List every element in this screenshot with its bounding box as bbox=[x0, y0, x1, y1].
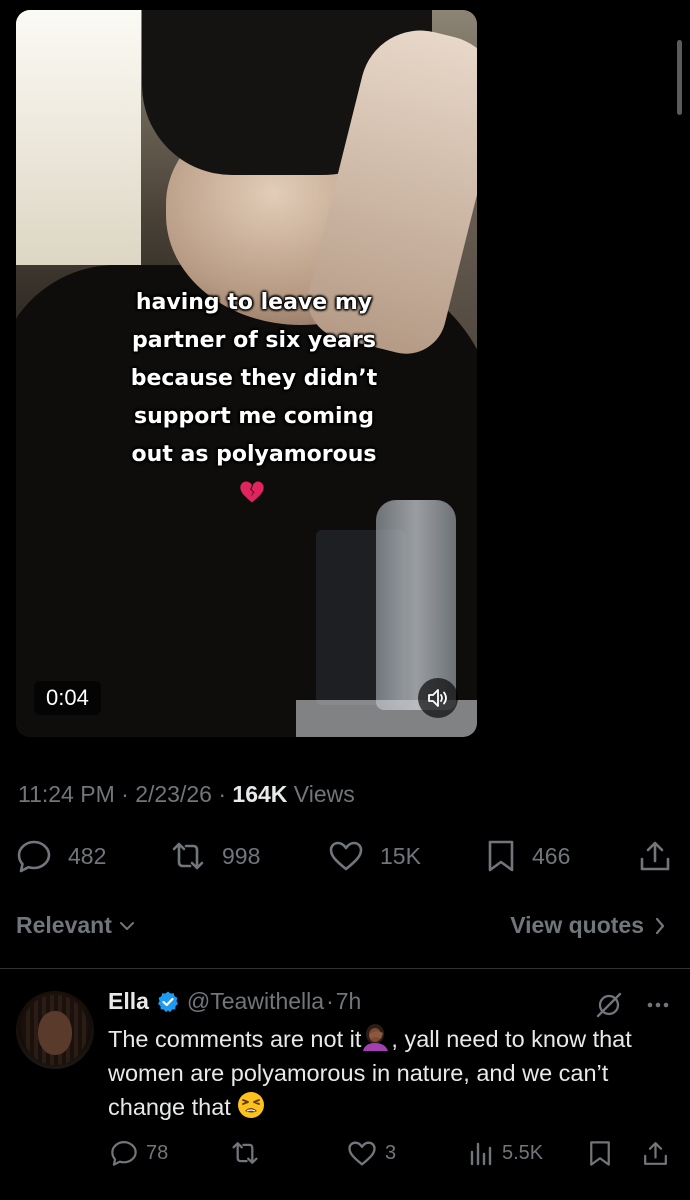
repost-count: 998 bbox=[222, 842, 261, 869]
reply-reply-count: 78 bbox=[146, 1141, 169, 1164]
bookmark-icon bbox=[488, 840, 514, 872]
tired-face-emoji-icon bbox=[238, 1092, 265, 1118]
reply-button[interactable]: 482 bbox=[16, 836, 106, 876]
reply-reply-button[interactable]: 78 bbox=[110, 1136, 168, 1170]
post-action-bar: 482 998 15K 466 bbox=[0, 836, 690, 876]
video-timestamp: 0:04 bbox=[34, 681, 101, 715]
caption-line: because they didn’t bbox=[130, 366, 378, 391]
video-caption: having to leave my partner of six years … bbox=[94, 284, 414, 474]
views-label: Views bbox=[287, 781, 355, 807]
reply-like-count: 3 bbox=[385, 1141, 397, 1164]
reply-author-handle[interactable]: @Teawithella bbox=[187, 988, 324, 1015]
broken-heart-icon bbox=[240, 481, 264, 503]
reply-text-part: The comments are not it bbox=[108, 1026, 362, 1052]
speaker-icon bbox=[428, 689, 447, 707]
facepalm-emoji-icon bbox=[363, 1024, 389, 1051]
reply-icon bbox=[17, 840, 51, 873]
chevron-down-icon bbox=[119, 921, 134, 930]
scrollbar[interactable] bbox=[677, 40, 682, 115]
grok-icon[interactable] bbox=[594, 990, 624, 1020]
reply-author-name[interactable]: Ella bbox=[108, 988, 149, 1015]
video-player[interactable]: having to leave my partner of six years … bbox=[16, 10, 477, 737]
like-button[interactable]: 15K bbox=[328, 836, 421, 876]
post-time[interactable]: 11:24 PM bbox=[18, 781, 115, 807]
volume-button[interactable] bbox=[418, 678, 458, 718]
reply-share-button[interactable] bbox=[642, 1136, 669, 1170]
meta-separator: · bbox=[114, 781, 136, 807]
reply-icon bbox=[111, 1141, 137, 1166]
share-icon bbox=[644, 1141, 667, 1165]
repost-icon bbox=[232, 1142, 258, 1164]
heart-icon bbox=[329, 841, 363, 871]
video-window-light bbox=[16, 10, 141, 265]
divider bbox=[0, 968, 690, 969]
avatar-face bbox=[38, 1011, 72, 1055]
caption-line: partner of six years bbox=[132, 328, 376, 353]
reply-views-button[interactable]: 5.5K bbox=[468, 1136, 543, 1170]
verified-badge-icon bbox=[157, 991, 178, 1012]
repost-icon bbox=[172, 842, 204, 870]
view-quotes-link[interactable]: View quotes bbox=[510, 912, 666, 939]
share-button[interactable] bbox=[638, 836, 672, 876]
repost-button[interactable]: 998 bbox=[170, 836, 260, 876]
post-date[interactable]: 2/23/26 bbox=[135, 781, 212, 807]
reply-header: Ella @Teawithella · 7h bbox=[108, 988, 361, 1015]
reply-bookmark-button[interactable] bbox=[588, 1136, 612, 1170]
reply-tools bbox=[594, 990, 670, 1020]
reply-like-button[interactable]: 3 bbox=[347, 1136, 396, 1170]
bookmark-icon bbox=[590, 1140, 610, 1166]
reply-action-bar: 78 3 5.5K bbox=[0, 1136, 690, 1170]
bookmark-count: 466 bbox=[532, 842, 571, 869]
caption-line: support me coming bbox=[134, 404, 374, 429]
sort-label: Relevant bbox=[16, 912, 112, 938]
reply-text: The comments are not it , yall need to k… bbox=[108, 1022, 673, 1124]
sort-relevant-button[interactable]: Relevant bbox=[16, 912, 136, 939]
meta-separator: · bbox=[326, 988, 334, 1014]
more-options-icon[interactable] bbox=[646, 1001, 670, 1009]
views-count: 164K bbox=[232, 781, 288, 807]
caption-line: out as polyamorous bbox=[131, 442, 377, 467]
meta-separator: · bbox=[211, 781, 233, 807]
reply-views-count: 5.5K bbox=[502, 1141, 544, 1164]
post-meta: 11:24 PM · 2/23/26 · 164K Views bbox=[18, 781, 355, 808]
avatar[interactable] bbox=[16, 991, 94, 1069]
view-quotes-label: View quotes bbox=[510, 912, 644, 938]
share-icon bbox=[640, 841, 670, 871]
heart-icon bbox=[348, 1141, 376, 1166]
reply-time[interactable]: 7h bbox=[336, 988, 362, 1015]
reply-count: 482 bbox=[68, 842, 107, 869]
like-count: 15K bbox=[380, 842, 421, 869]
reply-repost-button[interactable] bbox=[230, 1136, 268, 1170]
bookmark-button[interactable]: 466 bbox=[486, 836, 570, 876]
caption-line: having to leave my bbox=[135, 290, 373, 315]
analytics-icon bbox=[470, 1142, 492, 1166]
chevron-right-icon bbox=[655, 917, 665, 934]
